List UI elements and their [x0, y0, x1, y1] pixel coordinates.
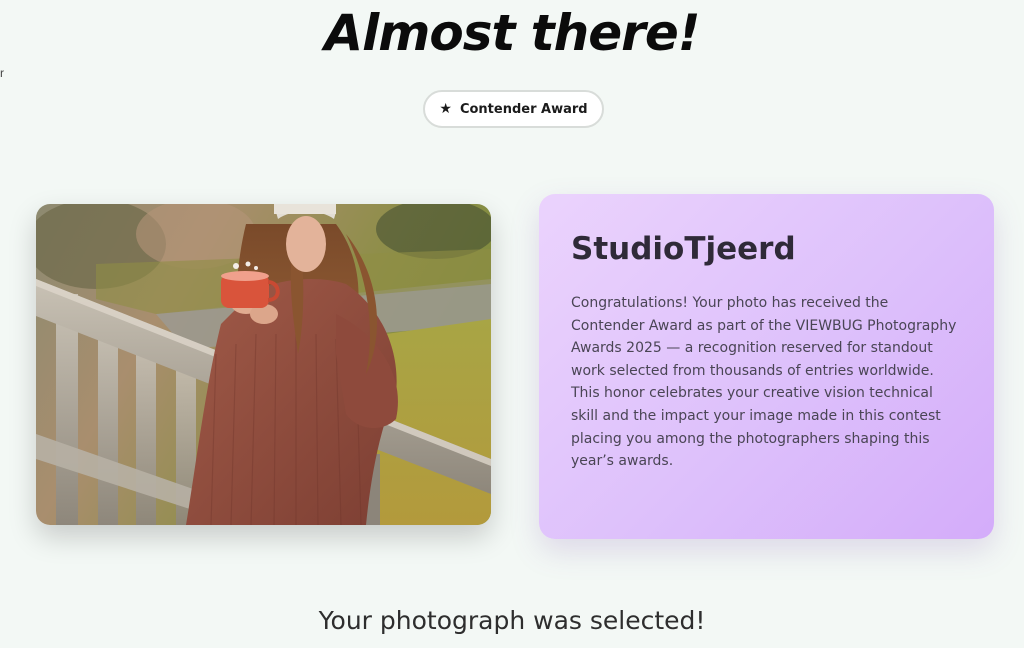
page-title: Almost there! [324, 4, 700, 62]
cut-off-text: r [0, 66, 4, 80]
award-badge-label: Contender Award [459, 101, 588, 117]
award-page: r Almost there! ★ Contender Award Studio… [0, 0, 1024, 648]
award-description: Congratulations! Your photo has received… [571, 295, 957, 470]
award-info-card: StudioTjeerd Congratulations! Your photo… [539, 194, 994, 539]
artist-name: StudioTjeerd [571, 231, 796, 267]
award-badge[interactable]: ★ Contender Award [423, 90, 604, 128]
selected-caption: Your photograph was selected! [318, 606, 706, 635]
photo-illustration [36, 204, 491, 525]
photo-image[interactable] [36, 204, 491, 525]
star-icon: ★ [439, 101, 452, 117]
